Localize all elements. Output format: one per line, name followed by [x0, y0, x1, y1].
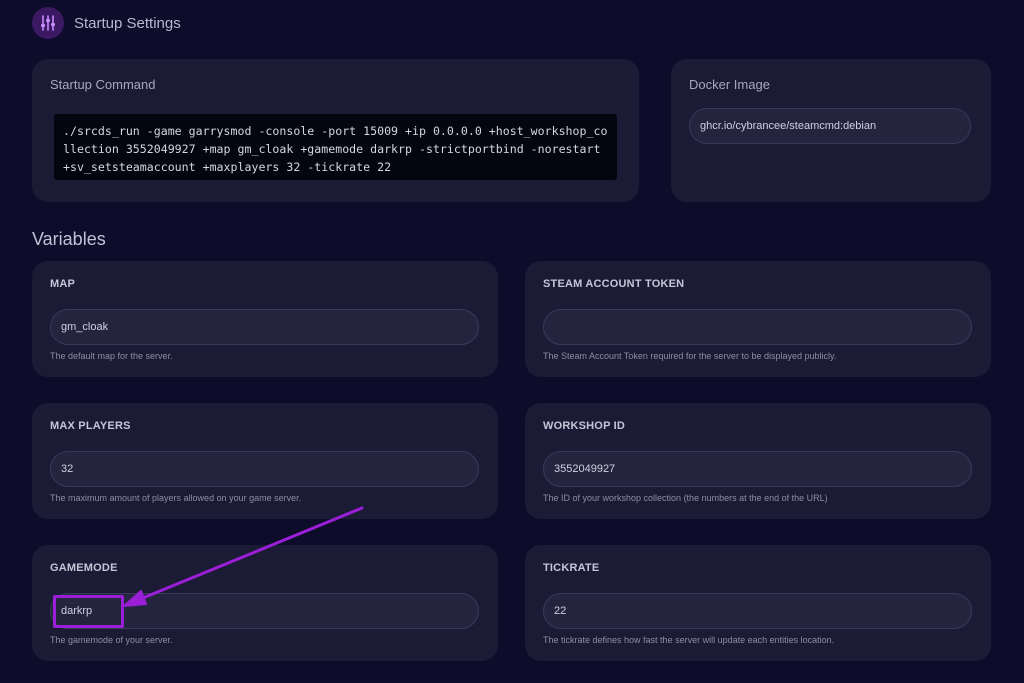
variable-description: The Steam Account Token required for the…	[543, 351, 837, 361]
variable-description: The tickrate defines how fast the server…	[543, 635, 835, 645]
variable-description: The maximum amount of players allowed on…	[50, 493, 302, 503]
docker-image-card: Docker Image	[671, 59, 991, 202]
workshop-id-input[interactable]	[543, 451, 972, 487]
docker-image-select[interactable]	[689, 108, 971, 144]
variable-card-workshop-id: WORKSHOP ID The ID of your workshop coll…	[525, 403, 991, 519]
tickrate-input[interactable]	[543, 593, 972, 629]
max-players-input[interactable]	[50, 451, 479, 487]
variable-label: MAX PLAYERS	[50, 420, 131, 432]
variable-description: The gamemode of your server.	[50, 635, 173, 645]
variable-card-max-players: MAX PLAYERS The maximum amount of player…	[32, 403, 498, 519]
variable-label: TICKRATE	[543, 562, 600, 574]
annotation-highlight-box	[53, 595, 124, 628]
page-title: Startup Settings	[74, 14, 181, 32]
variable-card-steam-token: STEAM ACCOUNT TOKEN The Steam Account To…	[525, 261, 991, 377]
variable-label: STEAM ACCOUNT TOKEN	[543, 278, 685, 290]
map-input[interactable]	[50, 309, 479, 345]
variables-title: Variables	[32, 229, 106, 249]
startup-command-title: Startup Command	[50, 77, 156, 92]
variable-label: GAMEMODE	[50, 562, 118, 574]
variable-card-map: MAP The default map for the server.	[32, 261, 498, 377]
page-header: Startup Settings	[32, 6, 181, 40]
startup-command-text[interactable]: ./srcds_run -game garrysmod -console -po…	[54, 114, 617, 180]
variable-label: WORKSHOP ID	[543, 420, 626, 432]
startup-command-card: Startup Command ./srcds_run -game garrys…	[32, 59, 639, 202]
variable-description: The ID of your workshop collection (the …	[543, 493, 828, 503]
variable-description: The default map for the server.	[50, 351, 173, 361]
steam-token-input[interactable]	[543, 309, 972, 345]
startup-settings-page: Startup Settings Startup Command ./srcds…	[0, 0, 1024, 683]
docker-image-title: Docker Image	[689, 77, 770, 92]
variable-label: MAP	[50, 278, 76, 290]
variable-card-tickrate: TICKRATE The tickrate defines how fast t…	[525, 545, 991, 661]
sliders-icon	[32, 7, 64, 39]
